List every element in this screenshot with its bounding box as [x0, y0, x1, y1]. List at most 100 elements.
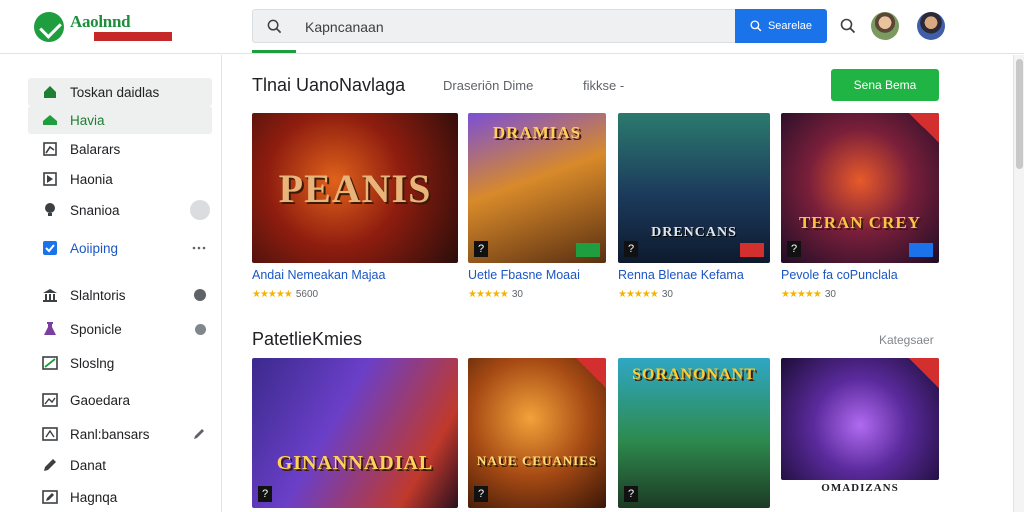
- game-thumbnail: SORANONANT ?: [618, 358, 770, 508]
- top-bar: Aaolnnd Searelae: [0, 0, 1024, 54]
- sidebar-item-balarars[interactable]: Balarars: [28, 135, 212, 163]
- search-button-label: Searelae: [767, 20, 813, 32]
- sidebar-item-label: Slalntoris: [70, 287, 126, 303]
- more-icon[interactable]: [190, 200, 210, 220]
- pen-icon: [42, 490, 58, 504]
- sidebar-item-aoiiping[interactable]: Aoiiping: [28, 234, 212, 262]
- more-horizontal-icon[interactable]: [192, 241, 206, 255]
- chart-icon: [43, 142, 57, 156]
- search-input[interactable]: [305, 16, 705, 38]
- rating-count: 30: [511, 289, 523, 300]
- info-icon[interactable]: ?: [787, 241, 801, 257]
- status-dot: [194, 289, 206, 301]
- game-thumbnail: TERAN CREY ?: [781, 113, 939, 263]
- sidebar-item-havia[interactable]: Havia: [28, 106, 212, 134]
- game-card[interactable]: OMADIZANS: [781, 358, 939, 494]
- sidebar-item-label: Haonia: [70, 171, 113, 187]
- game-card[interactable]: SORANONANT ?: [618, 358, 770, 508]
- game-rating: ★★★★★ 30: [618, 289, 673, 300]
- game-card[interactable]: NAUE CEUANIES ?: [468, 358, 606, 508]
- site-logo[interactable]: Aaolnnd: [34, 10, 172, 44]
- game-card[interactable]: DRENCANS ? Renna Blenae Kefama ★★★★★ 30: [618, 113, 770, 300]
- sidebar-item-label: Sponicle: [70, 321, 122, 337]
- avatar[interactable]: [871, 12, 899, 40]
- sidebar-item-slalntoris[interactable]: Slalntoris: [28, 281, 212, 309]
- game-title[interactable]: Andai Nemeakan Majaa: [252, 268, 385, 282]
- chart-line-icon: [42, 356, 58, 370]
- scrollbar-thumb[interactable]: [1016, 59, 1023, 169]
- flag-icon: [43, 172, 57, 186]
- sidebar-item-label: Havia: [70, 112, 105, 128]
- sidebar-item-sloslng[interactable]: Sloslng: [28, 349, 212, 377]
- sidebar-item-label: Snanioa: [70, 202, 120, 218]
- search-focus-underline: [252, 50, 296, 53]
- sidebar-item-snanioa[interactable]: Snanioa: [28, 196, 212, 224]
- game-card[interactable]: GINANNADIAL ?: [252, 358, 458, 508]
- info-icon[interactable]: ?: [474, 241, 488, 257]
- star-rating-icon: ★★★★★: [468, 289, 509, 300]
- checkbox-icon: [43, 241, 57, 255]
- cta-button[interactable]: Sena Bema: [831, 69, 939, 101]
- sidebar-item-label: Balarars: [70, 141, 121, 157]
- sidebar-item-label: Danat: [70, 457, 107, 473]
- game-thumbnail: GINANNADIAL ?: [252, 358, 458, 508]
- info-icon[interactable]: ?: [624, 241, 638, 257]
- section-title: Tlnai UanoNavlaga: [252, 75, 406, 95]
- game-thumbnail: [781, 358, 939, 480]
- image-icon: [42, 427, 58, 441]
- tab-sort[interactable]: Draseriōn Dime: [443, 78, 533, 93]
- status-dot: [195, 324, 206, 335]
- info-icon[interactable]: ?: [474, 486, 488, 502]
- scrollbar[interactable]: [1013, 55, 1024, 512]
- logo-mark-icon: [34, 12, 64, 42]
- see-more-link[interactable]: Kategsaer: [879, 333, 934, 347]
- game-card[interactable]: PEANIS Andai Nemeakan Majaa ★★★★★ 5600: [252, 113, 458, 300]
- new-ribbon: [909, 113, 939, 143]
- star-rating-icon: ★★★★★: [252, 289, 293, 300]
- game-card[interactable]: DRAMIAS ? Uetle Fbasne Moaai ★★★★★ 30: [468, 113, 606, 300]
- game-title[interactable]: Pevole fa coPunclala: [781, 268, 898, 282]
- sidebar-item-label: Sloslng: [70, 355, 115, 371]
- sidebar-item-label: Hagnqa: [70, 489, 118, 505]
- rating-count: 30: [661, 289, 673, 300]
- building-icon: [43, 289, 57, 302]
- logo-subtitle: [94, 32, 172, 41]
- search-button[interactable]: Searelae: [735, 9, 827, 43]
- game-title[interactable]: Uetle Fbasne Moaai: [468, 268, 580, 282]
- sidebar-item-gaoedara[interactable]: Gaoedara: [28, 386, 212, 414]
- game-rating: ★★★★★ 5600: [252, 289, 318, 300]
- rating-count: 5600: [295, 289, 319, 300]
- sidebar-item-sponicle[interactable]: Sponicle: [28, 315, 212, 343]
- game-title[interactable]: Renna Blenae Kefama: [618, 268, 744, 282]
- info-icon[interactable]: ?: [624, 486, 638, 502]
- edit-icon[interactable]: [192, 427, 206, 441]
- game-art-title: TERAN CREY: [799, 213, 921, 232]
- avatar[interactable]: [917, 12, 945, 40]
- home-icon: [43, 115, 57, 125]
- lab-icon: [44, 322, 56, 335]
- search-icon: [267, 19, 282, 34]
- sidebar-item-haonia[interactable]: Haonia: [28, 165, 212, 193]
- sidebar-item-danat[interactable]: Danat: [28, 451, 212, 479]
- search-icon[interactable]: [840, 18, 856, 34]
- game-rating: ★★★★★ 30: [468, 289, 523, 300]
- search-icon: [750, 20, 762, 32]
- game-art-title: PEANIS: [278, 166, 432, 211]
- game-card[interactable]: TERAN CREY ? Pevole fa coPunclala ★★★★★ 3…: [781, 113, 939, 300]
- game-thumbnail: PEANIS: [252, 113, 458, 263]
- tag-badge: [909, 243, 933, 257]
- info-icon[interactable]: ?: [258, 486, 272, 502]
- sidebar-item-home[interactable]: Toskan daidlas: [28, 78, 212, 106]
- sidebar-item-hagnqa[interactable]: Hagnqa: [28, 483, 212, 511]
- bulb-icon: [45, 203, 55, 216]
- sidebar-item-ranlbansars[interactable]: Ranl:bansars: [28, 420, 212, 448]
- game-thumbnail: DRENCANS ?: [618, 113, 770, 263]
- game-thumbnail: DRAMIAS ?: [468, 113, 606, 263]
- main-content: Tlnai UanoNavlaga Draseriōn Dime fikkse …: [223, 55, 1013, 512]
- tab-filter[interactable]: fikkse -: [583, 78, 624, 93]
- game-art-title: OMADIZANS: [821, 482, 899, 494]
- game-rating: ★★★★★ 30: [781, 289, 836, 300]
- game-art-title: SORANONANT: [632, 366, 756, 383]
- section-title: PatetlieKmies: [252, 329, 363, 349]
- logo-text: Aaolnnd: [70, 12, 131, 31]
